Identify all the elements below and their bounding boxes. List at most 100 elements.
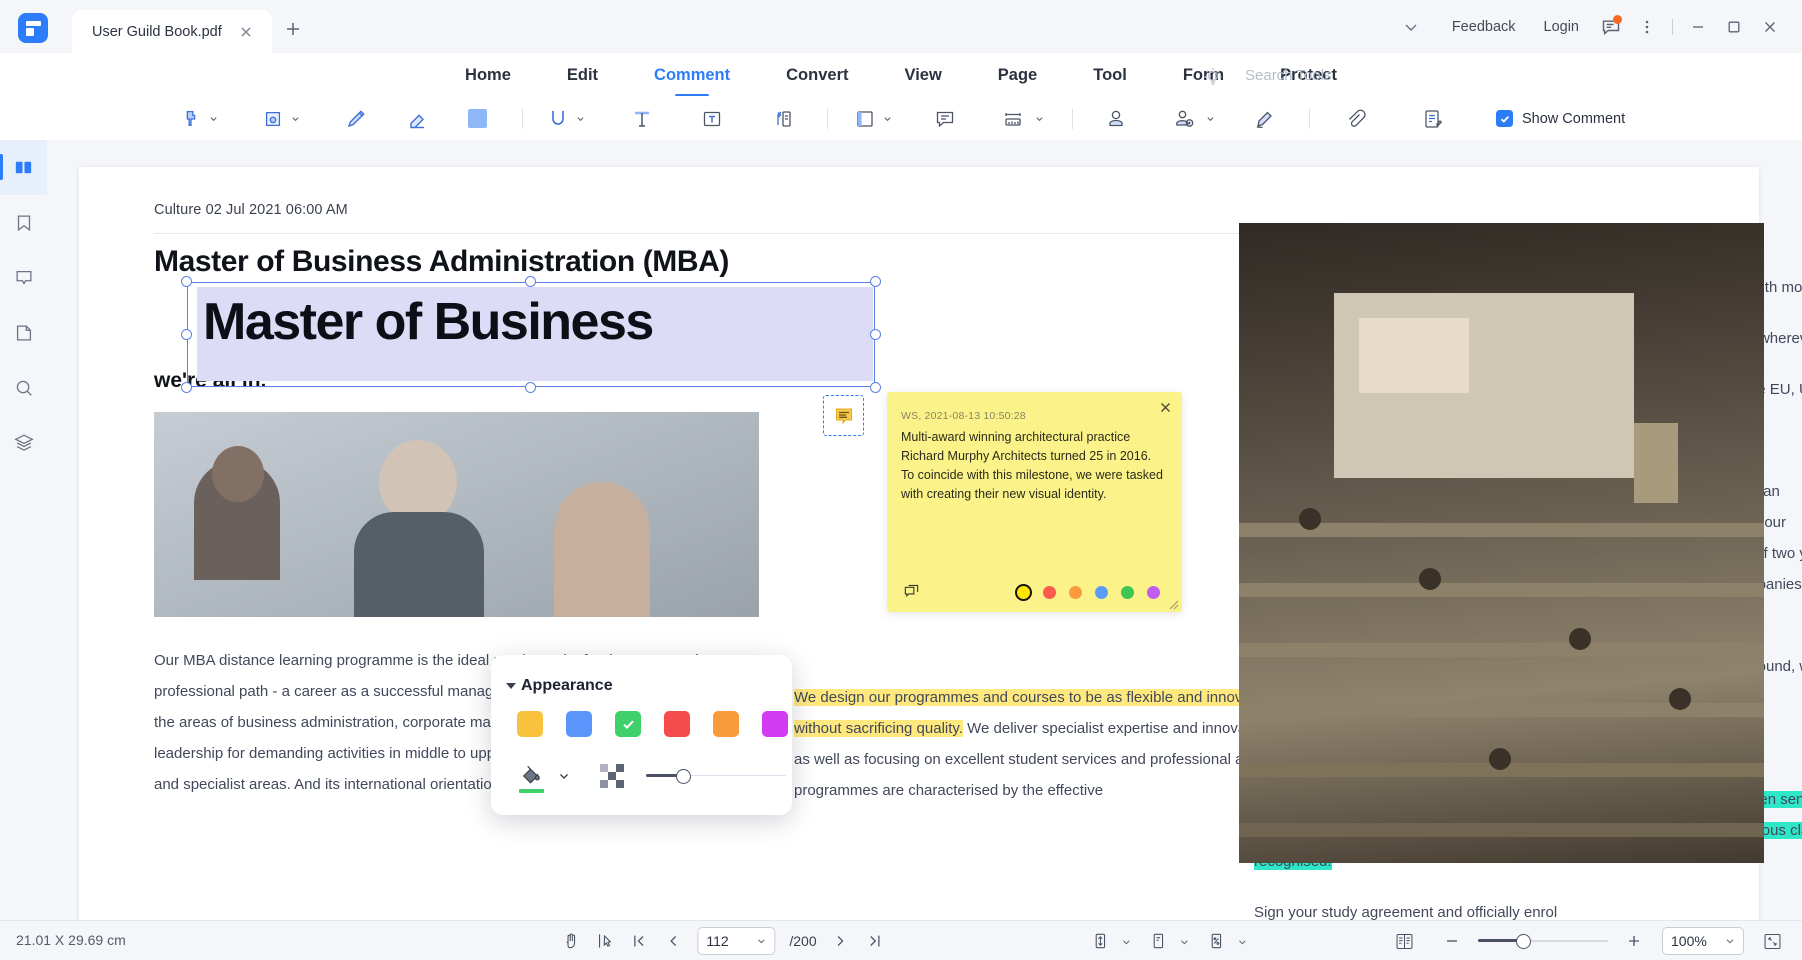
chevron-down-icon[interactable] bbox=[209, 114, 218, 123]
slider-knob[interactable] bbox=[1516, 934, 1531, 949]
stamp-tool[interactable] bbox=[1097, 101, 1135, 137]
sidebar-item-search[interactable] bbox=[0, 360, 47, 415]
tab-tool[interactable]: Tool bbox=[1065, 53, 1155, 98]
callout-tool[interactable] bbox=[763, 101, 801, 137]
fullscreen-icon[interactable] bbox=[1756, 926, 1788, 956]
resize-handle-br[interactable] bbox=[870, 382, 881, 393]
appearance-color-orange[interactable] bbox=[713, 711, 739, 737]
zoom-in-button[interactable] bbox=[1618, 926, 1650, 956]
resize-handle-bl[interactable] bbox=[181, 382, 192, 393]
sidebar-item-pages[interactable] bbox=[0, 305, 47, 360]
note-color-orange[interactable] bbox=[1069, 586, 1082, 599]
triangle-down-icon[interactable] bbox=[506, 683, 516, 689]
appearance-panel[interactable]: Appearance bbox=[491, 655, 792, 815]
note-tool[interactable] bbox=[926, 101, 964, 137]
chevron-down-icon[interactable] bbox=[1180, 937, 1189, 946]
reply-icon[interactable] bbox=[903, 584, 920, 601]
tab-home[interactable]: Home bbox=[437, 53, 539, 98]
note-color-yellow[interactable] bbox=[1017, 586, 1030, 599]
note-color-red[interactable] bbox=[1043, 586, 1056, 599]
hand-tool-icon[interactable] bbox=[555, 926, 587, 956]
login-link[interactable]: Login bbox=[1530, 19, 1593, 35]
resize-handle-bc[interactable] bbox=[525, 382, 536, 393]
chevron-down-icon[interactable] bbox=[1238, 937, 1247, 946]
page-number-input[interactable]: 112 bbox=[697, 927, 775, 955]
resize-handle-tc[interactable] bbox=[525, 276, 536, 287]
pdf-page[interactable]: Culture 02 Jul 2021 06:00 AM Master of B… bbox=[79, 167, 1759, 920]
next-page-icon[interactable] bbox=[825, 926, 857, 956]
zoom-out-button[interactable] bbox=[1436, 926, 1468, 956]
sidebar-item-layers[interactable] bbox=[0, 415, 47, 470]
appearance-color-red[interactable] bbox=[664, 711, 690, 737]
tab-edit[interactable]: Edit bbox=[539, 53, 626, 98]
document-tab[interactable]: User Guild Book.pdf bbox=[72, 10, 272, 53]
sidebar-item-comments[interactable] bbox=[0, 250, 47, 305]
highlight-tool[interactable] bbox=[176, 101, 206, 137]
last-page-icon[interactable] bbox=[859, 926, 891, 956]
search-tools-input[interactable]: Search Tools bbox=[1245, 67, 1331, 84]
shape-tool[interactable] bbox=[850, 101, 880, 137]
lightbulb-icon[interactable] bbox=[1200, 64, 1226, 90]
select-tool-icon[interactable] bbox=[589, 926, 621, 956]
sidebar-item-bookmarks[interactable] bbox=[0, 195, 47, 250]
note-color-blue[interactable] bbox=[1095, 586, 1108, 599]
chevron-down-icon[interactable] bbox=[576, 114, 585, 123]
underline-tool[interactable] bbox=[543, 101, 573, 137]
close-window-icon[interactable] bbox=[1752, 9, 1788, 45]
note-color-purple[interactable] bbox=[1147, 586, 1160, 599]
zoom-level-select[interactable]: 100% bbox=[1662, 927, 1744, 955]
color-swatch-tool[interactable] bbox=[458, 101, 496, 137]
fit-page-icon[interactable] bbox=[1143, 926, 1175, 956]
show-comment-checkbox[interactable] bbox=[1496, 110, 1513, 127]
minimize-icon[interactable] bbox=[1680, 9, 1716, 45]
more-vertical-icon[interactable] bbox=[1629, 9, 1665, 45]
close-icon[interactable] bbox=[238, 24, 254, 40]
chevron-down-icon[interactable] bbox=[291, 114, 300, 123]
measure-tool[interactable] bbox=[994, 101, 1032, 137]
selected-text-object[interactable]: Master of Business bbox=[187, 282, 875, 387]
resize-handle-tl[interactable] bbox=[181, 276, 192, 287]
chevron-down-icon[interactable] bbox=[1394, 10, 1428, 44]
tab-page[interactable]: Page bbox=[970, 53, 1065, 98]
sticky-note-anchor[interactable] bbox=[823, 395, 864, 436]
attachment-tool[interactable] bbox=[1336, 101, 1374, 137]
textbox-tool[interactable] bbox=[693, 101, 731, 137]
area-highlight-tool[interactable] bbox=[258, 101, 288, 137]
appearance-color-green[interactable] bbox=[615, 711, 641, 737]
tab-convert[interactable]: Convert bbox=[758, 53, 876, 98]
maximize-icon[interactable] bbox=[1716, 9, 1752, 45]
signature-tool[interactable] bbox=[1165, 101, 1203, 137]
paint-bucket-icon[interactable] bbox=[519, 763, 544, 788]
note-color-green[interactable] bbox=[1121, 586, 1134, 599]
appearance-color-yellow[interactable] bbox=[517, 711, 543, 737]
tab-view[interactable]: View bbox=[876, 53, 969, 98]
chevron-down-icon[interactable] bbox=[558, 770, 570, 782]
sidebar-item-thumbnails[interactable] bbox=[0, 140, 47, 195]
chevron-down-icon[interactable] bbox=[1035, 114, 1044, 123]
document-canvas[interactable]: Culture 02 Jul 2021 06:00 AM Master of B… bbox=[47, 140, 1802, 920]
new-tab-button[interactable] bbox=[283, 19, 303, 39]
chevron-down-icon[interactable] bbox=[1206, 114, 1215, 123]
text-tool[interactable] bbox=[623, 101, 661, 137]
note-resize-handle[interactable] bbox=[1168, 599, 1179, 610]
message-notification-icon[interactable] bbox=[1593, 9, 1629, 45]
sign-tool[interactable] bbox=[1245, 101, 1283, 137]
note-body-text[interactable]: Multi-award winning architectural practi… bbox=[901, 428, 1163, 504]
eraser-tool[interactable] bbox=[398, 101, 436, 137]
dual-page-icon[interactable] bbox=[1388, 926, 1420, 956]
first-page-icon[interactable] bbox=[623, 926, 655, 956]
opacity-slider[interactable] bbox=[646, 769, 786, 783]
appearance-color-blue[interactable] bbox=[566, 711, 592, 737]
page-layout-icon[interactable] bbox=[1201, 926, 1233, 956]
fit-height-icon[interactable] bbox=[1085, 926, 1117, 956]
chevron-down-icon[interactable] bbox=[883, 114, 892, 123]
tab-comment[interactable]: Comment bbox=[626, 53, 758, 98]
resize-handle-ml[interactable] bbox=[181, 329, 192, 340]
prev-page-icon[interactable] bbox=[657, 926, 689, 956]
appearance-color-magenta[interactable] bbox=[762, 711, 788, 737]
sticky-note-popup[interactable]: WS, 2021-08-13 10:50:28 Multi-award winn… bbox=[887, 392, 1182, 612]
resize-handle-mr[interactable] bbox=[870, 329, 881, 340]
close-icon[interactable] bbox=[1158, 400, 1173, 415]
pencil-tool[interactable] bbox=[338, 101, 376, 137]
comment-list-tool[interactable] bbox=[1414, 101, 1452, 137]
